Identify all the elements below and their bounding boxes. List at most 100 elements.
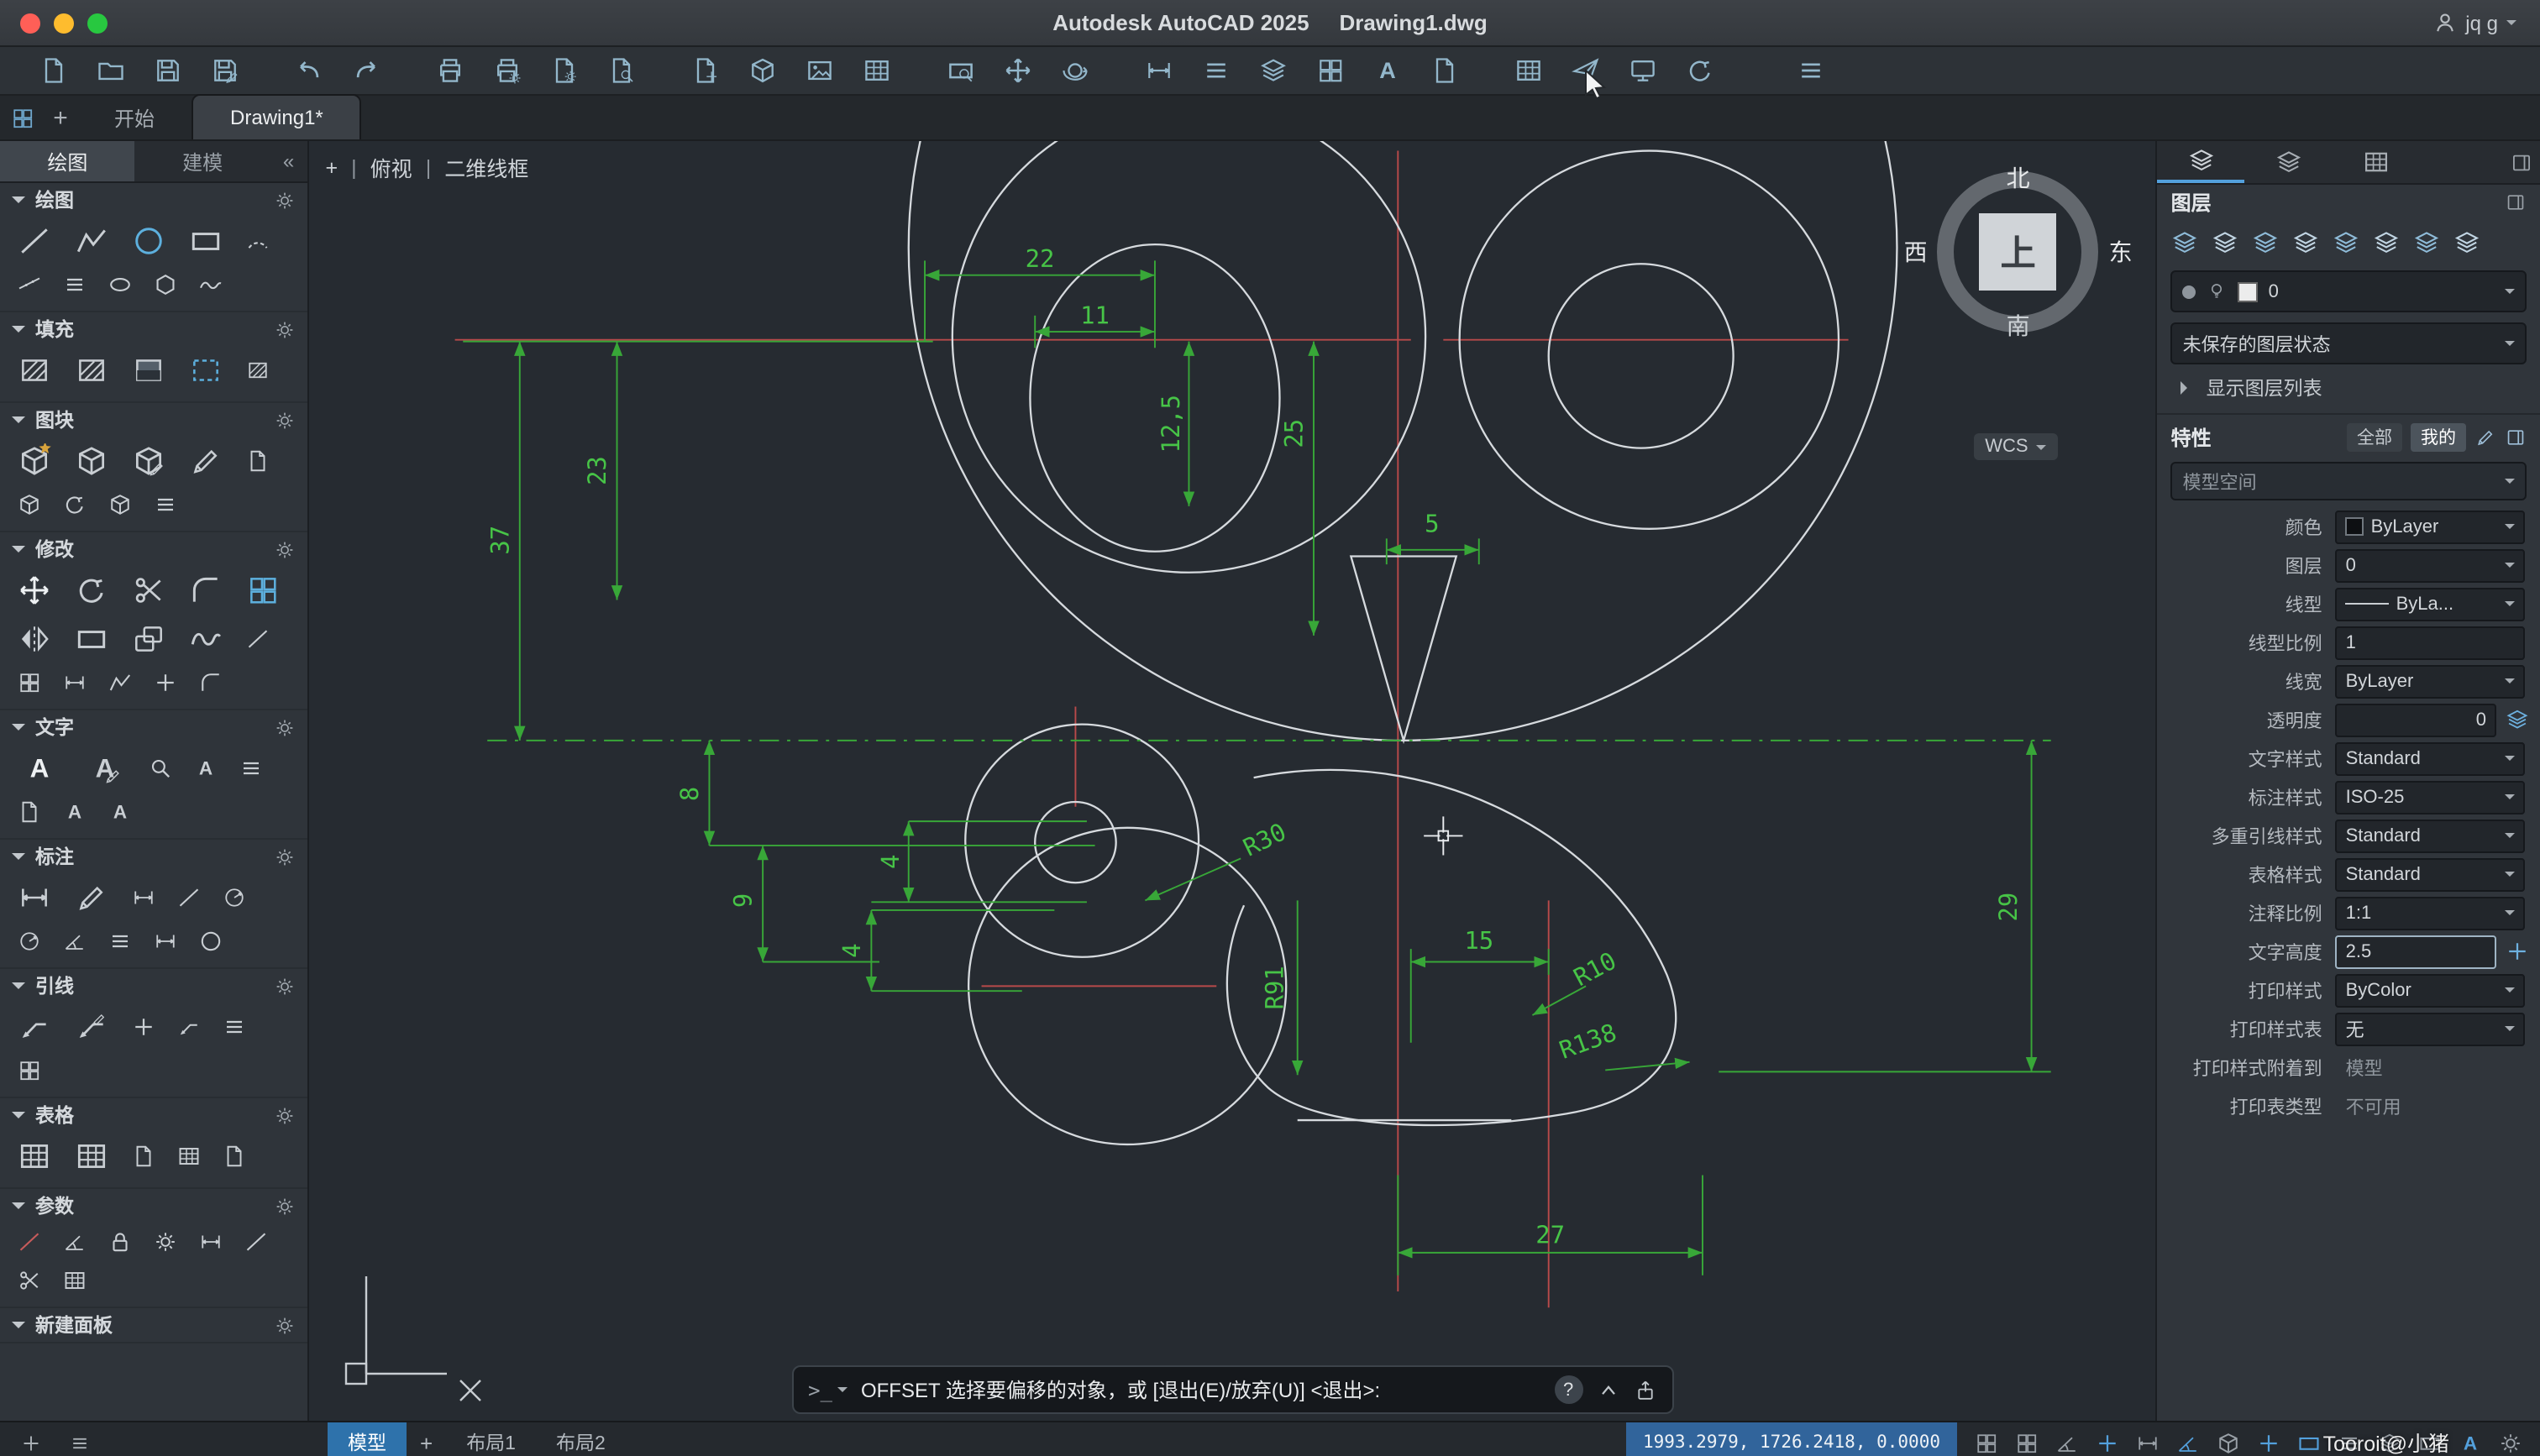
text-style-button[interactable]	[1371, 54, 1404, 87]
orbit-button[interactable]	[1058, 54, 1092, 87]
share-icon[interactable]	[1633, 1378, 1656, 1401]
text-height-input[interactable]: 2.5	[2335, 935, 2497, 968]
refresh-view-button[interactable]	[1683, 54, 1717, 87]
collapse-triangle-icon[interactable]	[12, 196, 25, 210]
lineweight-select[interactable]: ByLayer	[2335, 664, 2526, 698]
panel-dock-icon[interactable]	[2505, 426, 2527, 448]
layer-current-button[interactable]	[2329, 225, 2364, 260]
pick-height-icon[interactable]	[2505, 939, 2530, 964]
tool-dim-radius-button[interactable]	[213, 880, 254, 915]
layer-state-select[interactable]: 未保存的图层状态	[2170, 322, 2527, 364]
gear-icon[interactable]	[274, 1314, 296, 1336]
tool-write-block-button[interactable]	[123, 438, 175, 484]
collapse-triangle-icon[interactable]	[12, 546, 25, 559]
mleader-style-select[interactable]: Standard	[2335, 819, 2526, 852]
tool-constraint-settings-button[interactable]	[144, 1224, 185, 1260]
tool-move-button[interactable]	[8, 568, 60, 613]
tool-center-mark-button[interactable]	[190, 924, 230, 959]
layer-freeze-button[interactable]	[2249, 225, 2284, 260]
visual-style-button[interactable]: 二维线框	[444, 151, 528, 183]
tool-mleader-edit-button[interactable]	[66, 1004, 118, 1050]
help-button[interactable]: ?	[1554, 1375, 1583, 1404]
layer-match-button[interactable]	[2369, 225, 2405, 260]
tool-export-table-button[interactable]	[123, 1139, 163, 1174]
gear-icon[interactable]	[274, 846, 296, 867]
gear-icon[interactable]	[274, 1104, 296, 1126]
tool-create-block-button[interactable]	[66, 438, 118, 484]
view-cube[interactable]: 上 北 南 西 东	[1904, 165, 2133, 339]
tool-fillet-button[interactable]	[180, 568, 232, 613]
infer-constraints-icon[interactable]	[2055, 1430, 2080, 1455]
gear-icon[interactable]	[274, 318, 296, 340]
palette-menu-icon[interactable]	[69, 1432, 91, 1453]
snap-mode-icon[interactable]	[2014, 1430, 2039, 1455]
tool-single-text-button[interactable]	[74, 746, 134, 791]
gear-icon[interactable]	[274, 716, 296, 738]
tool-revision-cloud-button[interactable]	[190, 267, 230, 302]
polar-tracking-icon[interactable]	[2175, 1430, 2201, 1455]
tool-dim-diameter-button[interactable]	[8, 924, 49, 959]
color-select[interactable]: ByLayer	[2335, 510, 2526, 543]
app-grid-button[interactable]	[0, 96, 44, 139]
collapse-triangle-icon[interactable]	[12, 853, 25, 867]
tool-join-button[interactable]	[144, 665, 185, 700]
selection-cycling-icon[interactable]	[2417, 1430, 2443, 1455]
lineweight-display-icon[interactable]	[2337, 1430, 2362, 1455]
redo-button[interactable]	[349, 54, 383, 87]
viewcube-east[interactable]: 东	[2109, 235, 2133, 269]
print-button[interactable]	[433, 54, 467, 87]
customize-gear-icon[interactable]	[2498, 1430, 2523, 1455]
tool-field-button[interactable]	[213, 1139, 254, 1174]
tool-array-button[interactable]	[237, 568, 289, 613]
tool-construction-line-button[interactable]	[8, 267, 49, 302]
tab-layout2[interactable]: 布局2	[536, 1422, 626, 1456]
layer-previous-button[interactable]	[2410, 225, 2445, 260]
filter-all-button[interactable]: 全部	[2347, 422, 2403, 451]
layer-state-button[interactable]	[2450, 225, 2485, 260]
palette-tab-model[interactable]: 建模	[135, 141, 270, 181]
gear-icon[interactable]	[274, 409, 296, 431]
checklist-button[interactable]	[1794, 54, 1828, 87]
tool-check-spelling-button[interactable]	[185, 751, 225, 786]
measure-button[interactable]	[1142, 54, 1176, 87]
page-setup-button[interactable]	[548, 54, 581, 87]
tool-constraint-lock-button[interactable]	[99, 1224, 139, 1260]
panel-tab-sheet[interactable]	[2333, 141, 2420, 183]
dynamic-input-icon[interactable]	[2095, 1430, 2120, 1455]
insert-block-button[interactable]	[746, 54, 779, 87]
palette-collapse-button[interactable]: «	[270, 141, 307, 181]
tool-text-align-button[interactable]	[230, 751, 270, 786]
undo-button[interactable]	[292, 54, 326, 87]
object-snap-tracking-icon[interactable]	[2256, 1430, 2281, 1455]
data-link-button[interactable]	[860, 54, 894, 87]
viewcube-top-face[interactable]: 上	[1979, 213, 2057, 291]
panel-tab-layer-states[interactable]	[2245, 141, 2333, 183]
isometric-drafting-icon[interactable]	[2216, 1430, 2241, 1455]
viewport-menu-button[interactable]: +	[326, 155, 338, 179]
tool-circle-button[interactable]	[123, 218, 175, 264]
tool-leader-remove-button[interactable]	[168, 1009, 208, 1045]
tool-pdf-import-button[interactable]	[8, 794, 49, 830]
tool-multileader-button[interactable]	[8, 1004, 60, 1050]
tool-polygon-button[interactable]	[144, 267, 185, 302]
new-file-button[interactable]	[37, 54, 71, 87]
gear-icon[interactable]	[274, 189, 296, 211]
minimize-window-button[interactable]	[54, 13, 74, 33]
collapse-triangle-icon[interactable]	[12, 982, 25, 996]
tool-gradient-button[interactable]	[123, 348, 175, 393]
tool-chamfer-button[interactable]	[190, 665, 230, 700]
table-style-select[interactable]: Standard	[2335, 857, 2526, 891]
new-layout-button[interactable]: +	[407, 1430, 446, 1455]
save-button[interactable]	[151, 54, 185, 87]
tool-mtext-button[interactable]	[8, 746, 69, 791]
view-direction-button[interactable]: 俯视	[370, 151, 412, 183]
linetype-select[interactable]: ByLa...	[2335, 587, 2526, 621]
tool-delete-constraints-button[interactable]	[8, 1263, 49, 1298]
tool-dimension-button[interactable]	[8, 875, 60, 920]
tool-ellipse-button[interactable]	[99, 267, 139, 302]
gear-icon[interactable]	[274, 975, 296, 997]
tool-block-editor-button[interactable]	[180, 438, 232, 484]
tool-explode-button[interactable]	[8, 665, 49, 700]
display-settings-button[interactable]	[1626, 54, 1660, 87]
tool-leader-add-button[interactable]	[123, 1009, 163, 1045]
